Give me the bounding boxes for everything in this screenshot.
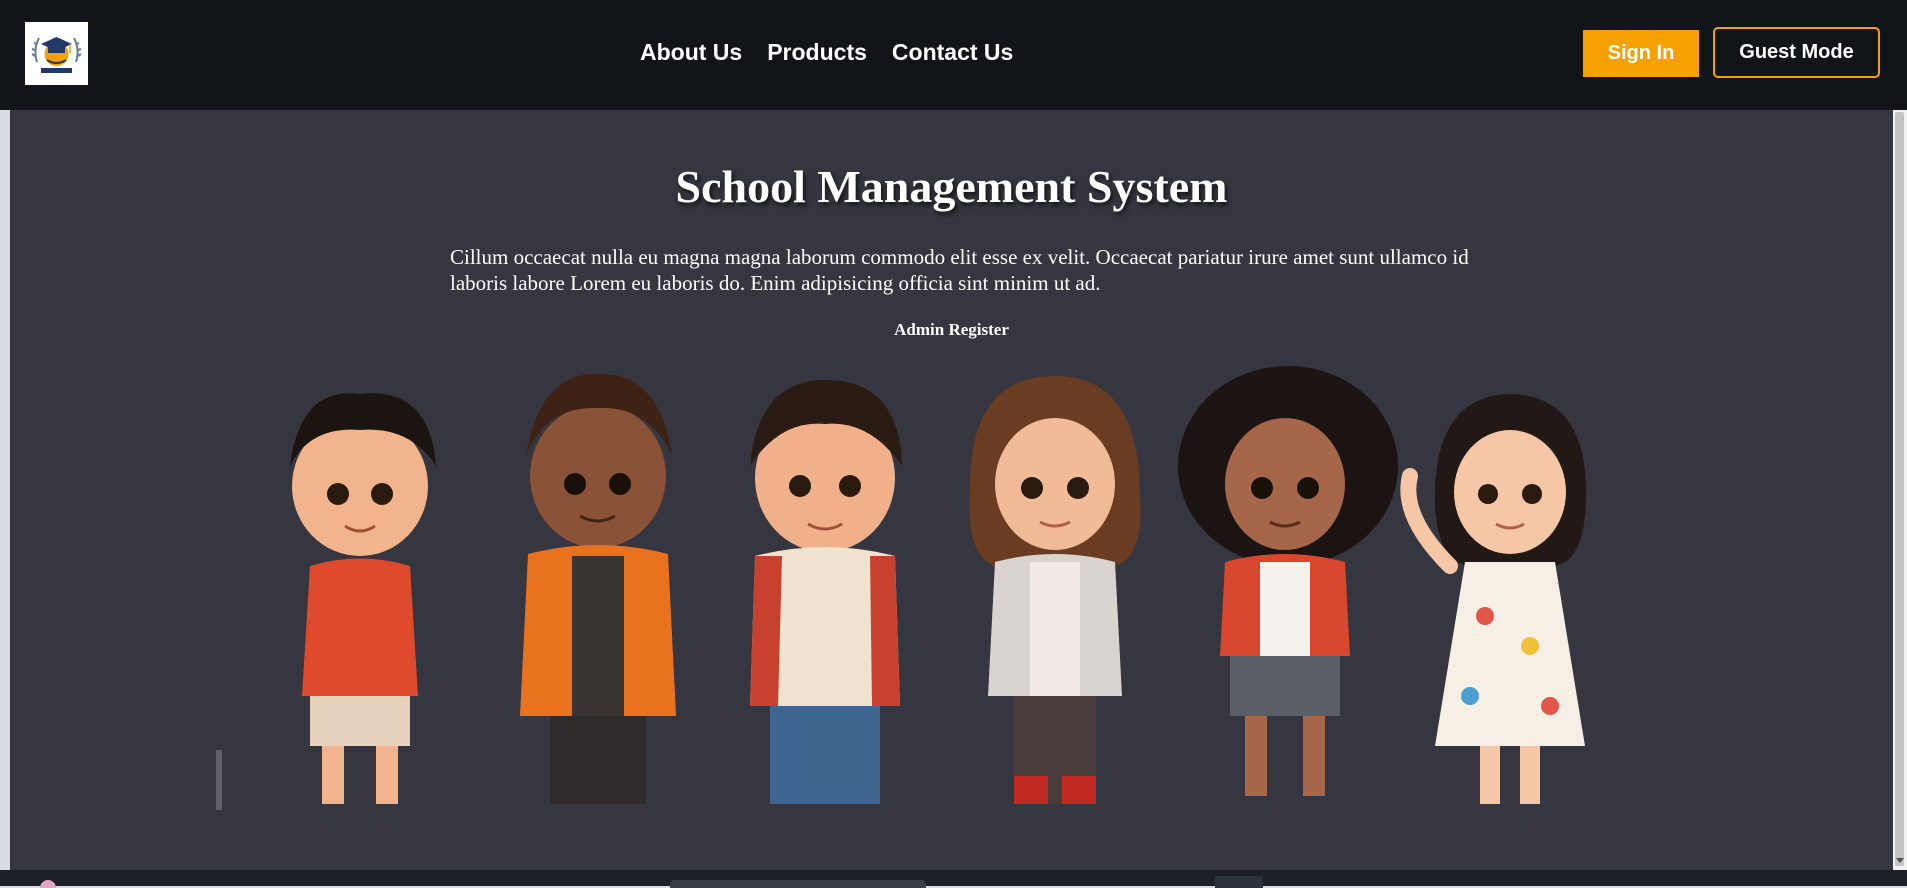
scrollbar-thumb[interactable] (1895, 112, 1904, 866)
kid-figure (969, 376, 1141, 804)
admin-register-link[interactable]: Admin Register (10, 320, 1893, 340)
taskbar-search-box[interactable] (670, 880, 926, 888)
os-taskbar (0, 870, 1907, 886)
main-nav: About Us Products Contact Us (640, 38, 1013, 70)
school-logo-icon[interactable] (25, 22, 88, 85)
sign-in-button[interactable]: Sign In (1583, 30, 1699, 77)
kid-figure (520, 373, 676, 804)
kid-figure (1400, 394, 1587, 804)
taskbar-app-icon[interactable] (1215, 876, 1263, 888)
nav-link-contact-us[interactable]: Contact Us (892, 38, 1013, 70)
kid-figure (1178, 366, 1398, 796)
scroll-down-arrow-icon[interactable] (1896, 858, 1904, 863)
intro-description: Cillum occaecat nulla eu magna magna lab… (450, 245, 1469, 295)
kid-figure (750, 380, 902, 804)
guest-mode-button[interactable]: Guest Mode (1713, 27, 1880, 78)
page-title: School Management System (675, 161, 1228, 212)
hero-section: School Management System Cillum occaecat… (10, 110, 1893, 870)
top-navbar: About Us Products Contact Us Sign In Gue… (0, 0, 1907, 110)
nav-link-about-us[interactable]: About Us (640, 38, 742, 70)
children-illustration (290, 366, 1587, 804)
stock-watermark-icon (216, 750, 222, 810)
kid-figure (290, 393, 436, 804)
nav-link-products[interactable]: Products (767, 38, 867, 70)
